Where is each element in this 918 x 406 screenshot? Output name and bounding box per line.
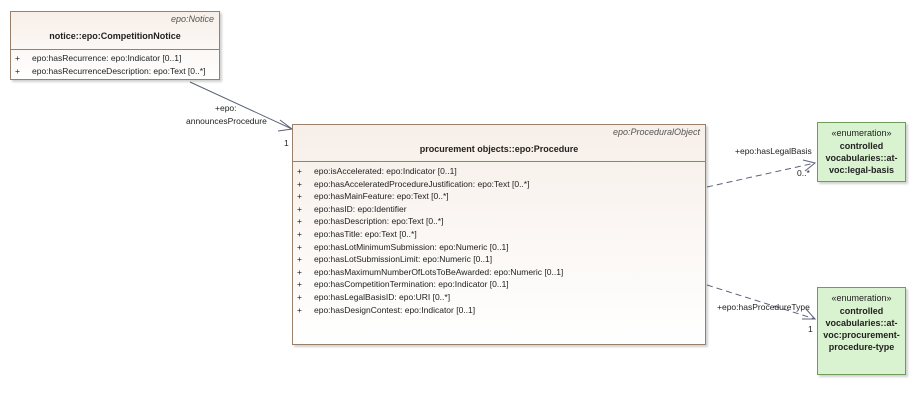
enumeration-stereotype: «enumeration»: [831, 128, 892, 138]
procedure-type-role-label: +epo:hasProcedureType: [717, 302, 810, 312]
announces-role-label-line2: announcesProcedure: [186, 116, 267, 126]
enumeration-name: controlled vocabularies::at- voc:legal-b…: [818, 140, 905, 176]
attribute-text: epo:hasCompetitionTermination: epo:Indic…: [314, 279, 509, 290]
class-title: procurement objects::epo:Procedure: [419, 144, 579, 154]
procedure-type-enumeration[interactable]: «enumeration» controlled vocabularies::a…: [817, 287, 906, 375]
attribute-row: + epo:hasID: epo:Identifier: [293, 203, 705, 216]
enumeration-stereotype: «enumeration»: [831, 293, 892, 303]
attribute-row: + epo:hasMainFeature: epo:Text [0..*]: [293, 190, 705, 203]
enumeration-name-line: voc:procurement-: [823, 330, 900, 340]
attribute-row: + epo:hasMaximumNumberOfLotsToBeAwarded: …: [293, 266, 705, 279]
procedure-type-multiplicity: 1: [808, 324, 813, 334]
attribute-list: + epo:isAccelerated: epo:Indicator [0..1]…: [293, 165, 705, 316]
visibility-marker: +: [297, 166, 302, 176]
compartment-divider: [293, 161, 705, 162]
enumeration-name-line: vocabularies::at-: [825, 153, 898, 163]
attribute-text: epo:hasMaximumNumberOfLotsToBeAwarded: e…: [314, 266, 564, 277]
attribute-row: + epo:hasCompetitionTermination: epo:Indi…: [293, 278, 705, 291]
attribute-row: + epo:hasTitle: epo:Text [0..*]: [293, 228, 705, 241]
visibility-marker: +: [297, 304, 302, 315]
attribute-row: + epo:hasLotMinimumSubmission: epo:Numeri…: [293, 241, 705, 254]
class-title: notice::epo:CompetitionNotice: [49, 31, 181, 41]
announces-multiplicity: 1: [284, 138, 289, 148]
visibility-marker: +: [297, 241, 302, 252]
compartment-divider: [11, 49, 219, 50]
legal-basis-enumeration[interactable]: «enumeration» controlled vocabularies::a…: [817, 122, 906, 182]
attribute-row: + epo:hasRecurrenceDescription: epo:Text…: [11, 65, 219, 78]
class-stereotype: epo:ProceduralObject: [612, 127, 700, 137]
visibility-marker: +: [297, 203, 302, 214]
attribute-list: + epo:hasRecurrence: epo:Indicator [0..1…: [11, 52, 219, 77]
attribute-text: epo:hasTitle: epo:Text [0..*]: [314, 228, 417, 239]
visibility-marker: +: [15, 65, 20, 76]
visibility-marker: +: [297, 216, 302, 227]
attribute-text: epo:hasAcceleratedProcedureJustification…: [314, 178, 530, 189]
visibility-marker: +: [297, 266, 302, 277]
enumeration-name-line: controlled: [839, 141, 884, 151]
attribute-row: + epo:hasLotSubmissionLimit: epo:Numeric …: [293, 253, 705, 266]
attribute-row: + epo:hasDescription: epo:Text [0..*]: [293, 215, 705, 228]
attribute-text: epo:hasRecurrence: epo:Indicator [0..1]: [32, 53, 182, 63]
visibility-marker: +: [297, 291, 302, 302]
visibility-marker: +: [297, 254, 302, 265]
visibility-marker: +: [297, 279, 302, 290]
attribute-row: + epo:hasLegalBasisID: epo:URI [0..*]: [293, 291, 705, 304]
attribute-row: + epo:hasRecurrence: epo:Indicator [0..1…: [11, 52, 219, 65]
visibility-marker: +: [297, 228, 302, 239]
attribute-text: epo:hasLotMinimumSubmission: epo:Numeric…: [314, 241, 509, 252]
attribute-text: epo:hasDescription: epo:Text [0..*]: [314, 216, 444, 227]
enumeration-name-line: procedure-type: [828, 342, 895, 352]
attribute-text: epo:isAccelerated: epo:Indicator [0..1]: [314, 166, 457, 176]
announces-role-label-line1: +epo:: [215, 103, 237, 113]
class-stereotype: epo:Notice: [170, 14, 214, 24]
enumeration-name-line: voc:legal-basis: [828, 165, 895, 175]
attribute-row: + epo:hasAcceleratedProcedureJustificatio…: [293, 178, 705, 191]
uml-class-diagram: epo:Notice notice::epo:CompetitionNotice…: [0, 0, 918, 406]
attribute-text: epo:hasRecurrenceDescription: epo:Text […: [32, 65, 206, 76]
attribute-row: + epo:isAccelerated: epo:Indicator [0..1]: [293, 165, 705, 178]
visibility-marker: +: [15, 53, 20, 63]
attribute-text: epo:hasID: epo:Identifier: [314, 203, 407, 214]
attribute-row: + epo:hasDesignContest: epo:Indicator [0.…: [293, 304, 705, 317]
attribute-text: epo:hasLegalBasisID: epo:URI [0..*]: [314, 291, 451, 302]
attribute-text: epo:hasLotSubmissionLimit: epo:Numeric […: [314, 254, 493, 265]
competition-notice-class[interactable]: epo:Notice notice::epo:CompetitionNotice…: [10, 11, 220, 80]
procedure-class[interactable]: epo:ProceduralObject procurement objects…: [292, 124, 706, 345]
enumeration-name-line: controlled: [839, 306, 884, 316]
visibility-marker: +: [297, 191, 302, 202]
attribute-text: epo:hasDesignContest: epo:Indicator [0..…: [314, 304, 476, 315]
enumeration-name: controlled vocabularies::at- voc:procure…: [818, 305, 905, 353]
enumeration-name-line: vocabularies::at-: [825, 318, 898, 328]
legal-basis-role-label: +epo:hasLegalBasis: [735, 146, 812, 156]
legal-basis-multiplicity: 0..*: [797, 168, 810, 178]
attribute-text: epo:hasMainFeature: epo:Text [0..*]: [314, 191, 449, 202]
visibility-marker: +: [297, 178, 302, 189]
